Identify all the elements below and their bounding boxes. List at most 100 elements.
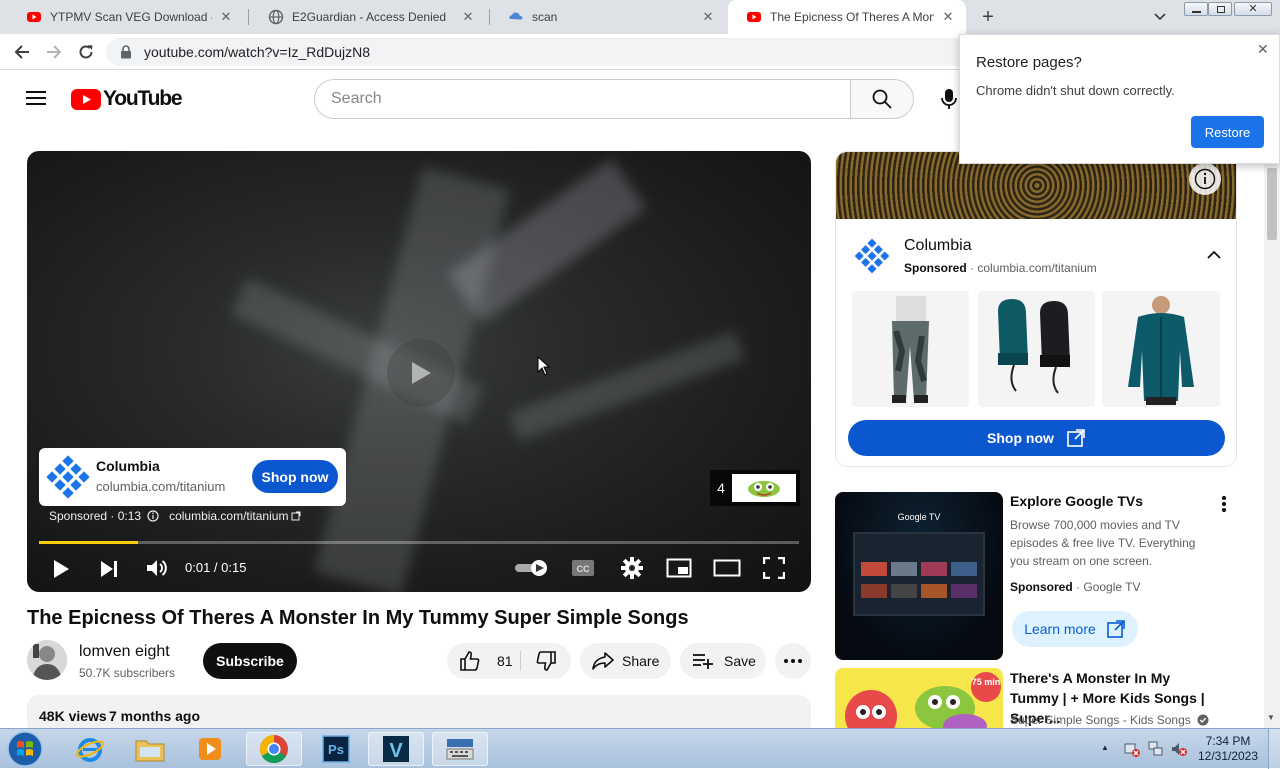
close-window-icon[interactable]: ✕ (1234, 2, 1272, 16)
share-button[interactable]: Share (580, 643, 671, 679)
product-jacket[interactable] (1102, 291, 1220, 407)
miniplayer-button[interactable] (666, 558, 692, 578)
show-hidden-icons[interactable]: ▲ (1101, 743, 1109, 752)
tab-title: The Epicness Of Theres A Monste (770, 10, 934, 24)
tile (921, 584, 947, 598)
subscribe-button[interactable]: Subscribe (203, 643, 297, 679)
more-vertical-icon[interactable] (1221, 495, 1227, 513)
taskbar-explorer[interactable] (122, 732, 178, 766)
rec-thumbnail-monster[interactable]: 75 min (835, 668, 1003, 728)
sidebar-ad-card[interactable]: Columbia Sponsored · columbia.com/titani… (835, 151, 1237, 467)
scroll-down-icon[interactable]: ▼ (1267, 713, 1275, 722)
close-icon[interactable]: ✕ (940, 9, 956, 25)
ad-info-button[interactable] (1189, 163, 1221, 195)
menu-icon[interactable] (26, 90, 46, 106)
fullscreen-icon (763, 557, 785, 579)
channel-avatar[interactable] (27, 640, 67, 680)
reload-icon[interactable] (74, 40, 98, 64)
close-icon[interactable]: ✕ (218, 9, 234, 25)
center-play-button[interactable] (387, 339, 455, 407)
close-icon[interactable]: ✕ (1257, 41, 1269, 58)
network-icon[interactable] (1147, 740, 1165, 758)
back-icon[interactable] (10, 40, 34, 64)
dislike-button[interactable] (521, 643, 571, 679)
sponsored-label: Sponsored (904, 261, 967, 275)
taskbar-photoshop[interactable]: Ps (308, 732, 364, 766)
mic-icon[interactable] (940, 87, 958, 111)
clock-date: 12/31/2023 (1197, 749, 1259, 763)
taskbar-ie[interactable] (62, 732, 118, 766)
next-button[interactable] (99, 559, 119, 579)
channel-name[interactable]: lomven eight (79, 643, 170, 661)
close-icon[interactable]: ✕ (700, 9, 716, 25)
new-tab-icon[interactable]: + (978, 7, 998, 27)
settings-button[interactable] (620, 556, 644, 580)
address-bar[interactable]: youtube.com/watch?v=Iz_RdDujzN8 (106, 38, 976, 66)
close-icon[interactable]: ✕ (460, 9, 476, 25)
scrollbar-thumb[interactable] (1267, 168, 1277, 240)
forward-icon[interactable] (42, 40, 66, 64)
tile (891, 584, 917, 598)
tab-epicness[interactable]: The Epicness Of Theres A Monste ✕ (728, 0, 966, 34)
progress-bar[interactable] (39, 541, 799, 544)
search-icon (872, 89, 892, 109)
restore-button[interactable]: Restore (1191, 116, 1264, 148)
tab-search-icon[interactable] (1152, 8, 1168, 24)
rec-advertiser: Google TV (1083, 580, 1141, 594)
volume-muted-icon[interactable] (1170, 740, 1188, 758)
sponsored-link[interactable]: columbia.com/titanium (169, 509, 288, 523)
clock[interactable]: 7:34 PM 12/31/2023 (1196, 734, 1260, 764)
autoplay-toggle[interactable] (514, 559, 550, 577)
show-desktop-button[interactable] (1268, 729, 1280, 769)
rec-channel[interactable]: Super Simple Songs - Kids Songs (1010, 713, 1191, 727)
youtube-logo[interactable]: YouTube (71, 87, 183, 111)
view-count: 48K views (39, 708, 107, 724)
shop-now-button[interactable]: Shop now (848, 420, 1225, 456)
tab-e2guardian[interactable]: E2Guardian - Access Denied ✕ (250, 0, 486, 34)
taskbar-vegas[interactable]: V (368, 732, 424, 766)
ad-overlay-card[interactable]: Columbia columbia.com/titanium Shop now (39, 448, 346, 506)
restore-window-icon[interactable] (1208, 2, 1232, 16)
shop-now-label: Shop now (987, 430, 1054, 446)
youtube-icon (27, 12, 41, 22)
learn-more-button[interactable]: Learn more (1012, 611, 1138, 647)
network-warning-icon[interactable] (1123, 740, 1141, 758)
svg-text:CC: CC (577, 564, 590, 574)
taskbar-media-player[interactable] (182, 732, 238, 766)
rec-thumbnail-google-tv[interactable]: Google TV (835, 492, 1003, 660)
taskbar-scanner[interactable] (432, 732, 488, 766)
info-icon[interactable] (147, 510, 159, 522)
cursor-icon (537, 356, 551, 376)
product-bib-pants[interactable] (852, 291, 969, 407)
fullscreen-button[interactable] (763, 557, 785, 579)
like-button[interactable]: 81 (447, 643, 520, 679)
video-player[interactable]: Columbia columbia.com/titanium Shop now … (27, 151, 811, 592)
video-frame-streak (509, 330, 745, 442)
tile (951, 584, 977, 598)
time-display: 0:01 / 0:15 (185, 560, 247, 575)
rec-title[interactable]: Explore Google TVs (1010, 493, 1143, 509)
taskbar-chrome[interactable] (246, 732, 302, 766)
save-button[interactable]: Save (680, 643, 766, 679)
theater-mode-icon (713, 559, 741, 577)
play-button[interactable] (51, 558, 71, 580)
page-scrollbar[interactable]: ▼ (1264, 164, 1280, 728)
chevron-up-icon[interactable] (1206, 250, 1222, 260)
minimize-icon[interactable] (1184, 2, 1208, 16)
skip-ad-preview[interactable]: 4 (710, 470, 800, 506)
search-button[interactable] (850, 79, 914, 119)
product-mittens[interactable] (978, 291, 1095, 407)
skip-next-icon (101, 561, 117, 577)
shop-now-button[interactable]: Shop now (252, 460, 338, 493)
volume-button[interactable] (145, 557, 169, 579)
captions-button[interactable]: CC (571, 558, 595, 578)
tab-ytpmv[interactable]: YTPMV Scan VEG Download - Yo ✕ (8, 0, 244, 34)
search-input[interactable]: Search (314, 79, 852, 119)
internet-explorer-icon (76, 738, 104, 762)
start-button[interactable] (4, 729, 46, 769)
more-actions-button[interactable] (775, 643, 811, 679)
sponsored-line: Sponsored · 0:13 columbia.com/titanium (49, 509, 301, 523)
more-horizontal-icon (784, 659, 802, 663)
tab-scan[interactable]: scan ✕ (490, 0, 726, 34)
theater-mode-button[interactable] (713, 559, 741, 577)
